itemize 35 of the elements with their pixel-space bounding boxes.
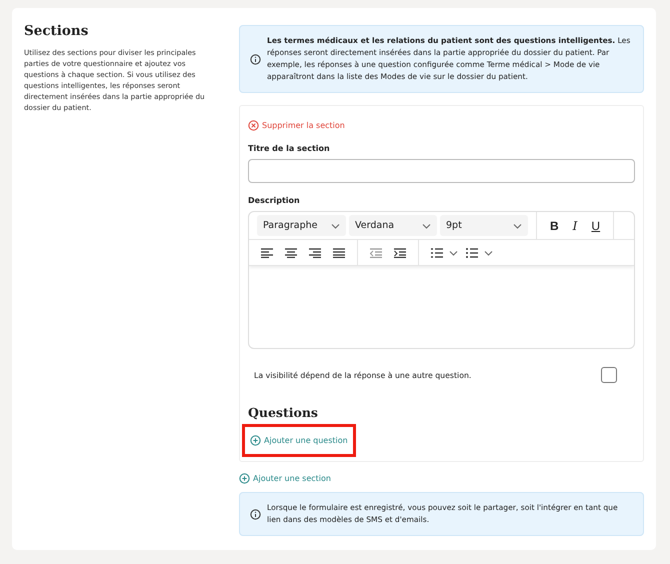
section-heading: Sections bbox=[24, 23, 90, 39]
plus-icon bbox=[250, 435, 261, 446]
add-question-link[interactable]: Ajouter une question bbox=[250, 435, 348, 446]
bold-button[interactable]: B bbox=[547, 218, 562, 232]
chevron-down-icon bbox=[513, 222, 522, 228]
justify-icon[interactable] bbox=[333, 248, 345, 258]
chevron-down-icon bbox=[331, 222, 340, 228]
chevron-down-icon bbox=[484, 250, 493, 256]
numbered-list-icon bbox=[431, 248, 443, 258]
italic-button[interactable]: I bbox=[570, 218, 580, 232]
dropdown[interactable]: Paragraphe bbox=[257, 215, 346, 236]
delete-section-link[interactable]: Supprimer la section bbox=[248, 120, 345, 131]
checkbox[interactable] bbox=[601, 367, 617, 383]
remove-icon bbox=[248, 120, 259, 131]
plus-icon bbox=[239, 473, 250, 484]
field-label: Titre de la section bbox=[248, 144, 331, 153]
bullet-list-icon bbox=[466, 248, 478, 258]
add-section-link[interactable]: Ajouter une section bbox=[239, 473, 331, 484]
field-label: Description bbox=[248, 196, 301, 205]
indent-icon[interactable] bbox=[394, 248, 406, 258]
dropdown[interactable]: 9pt bbox=[440, 215, 528, 236]
underline-button[interactable]: U bbox=[588, 218, 604, 232]
align-right-icon[interactable] bbox=[309, 248, 321, 258]
chevron-down-icon bbox=[422, 222, 431, 228]
input-field[interactable] bbox=[248, 159, 635, 183]
chevron-down-icon bbox=[449, 250, 458, 256]
bullet-list-button[interactable] bbox=[466, 248, 493, 258]
info-icon bbox=[250, 54, 261, 64]
questions-heading: Questions bbox=[248, 405, 319, 420]
align-left-icon[interactable] bbox=[261, 248, 273, 258]
outdent-icon[interactable] bbox=[370, 248, 382, 258]
align-center-icon[interactable] bbox=[285, 248, 297, 258]
info-icon bbox=[250, 508, 261, 520]
numbered-list-button[interactable] bbox=[431, 248, 458, 258]
dropdown[interactable]: Verdana bbox=[349, 215, 437, 236]
